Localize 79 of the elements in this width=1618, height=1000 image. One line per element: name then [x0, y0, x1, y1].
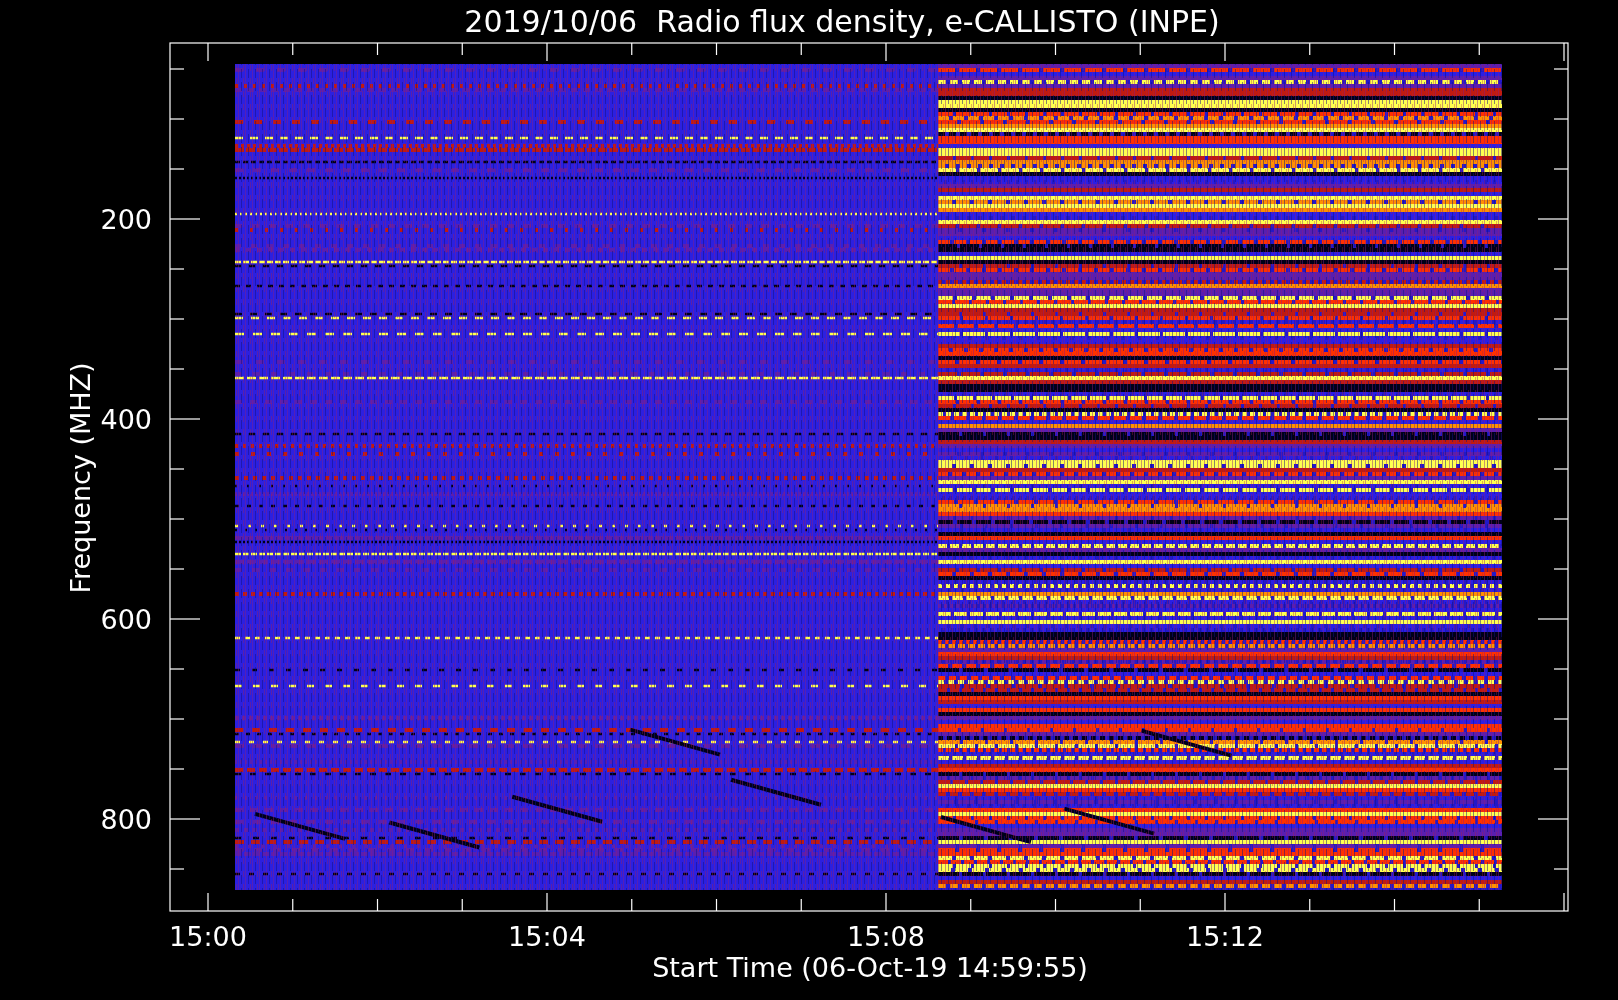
tick-mark — [631, 898, 633, 912]
tick-label: 15:08 — [847, 921, 925, 952]
tick-mark — [1553, 868, 1569, 870]
tick-mark — [461, 42, 463, 56]
tick-mark — [1139, 42, 1141, 56]
tick-mark — [800, 42, 802, 56]
tick-mark — [207, 42, 209, 62]
tick-mark — [1054, 42, 1057, 56]
tick-mark — [1224, 42, 1226, 62]
tick-mark — [1139, 898, 1141, 912]
tick-label: 400 — [100, 404, 152, 435]
tick-mark — [1553, 168, 1569, 170]
tick-mark — [169, 218, 201, 220]
tick-mark — [169, 368, 185, 370]
tick-label: 15:04 — [508, 921, 586, 952]
tick-mark — [1553, 268, 1569, 270]
tick-label: 15:12 — [1186, 921, 1264, 952]
tick-mark — [461, 898, 463, 912]
tick-mark — [292, 898, 294, 912]
tick-mark — [1478, 898, 1480, 912]
tick-mark — [1563, 892, 1565, 912]
tick-mark — [292, 42, 294, 56]
tick-mark — [1054, 898, 1057, 912]
axis-label: Start Time (06-Oct-19 14:59:55) — [652, 952, 1088, 983]
tick-mark — [1309, 898, 1311, 912]
tick-mark — [1553, 518, 1569, 520]
tick-mark — [1553, 368, 1569, 370]
tick-mark — [169, 518, 185, 520]
tick-mark — [715, 42, 718, 56]
tick-mark — [169, 318, 185, 320]
tick-mark — [169, 268, 185, 270]
tick-label: 15:00 — [169, 921, 247, 952]
tick-mark — [1393, 898, 1396, 912]
tick-mark — [207, 892, 209, 912]
tick-mark — [169, 868, 185, 870]
tick-mark — [885, 892, 887, 912]
tick-mark — [970, 42, 972, 56]
tick-mark — [169, 118, 185, 120]
axis-label: Frequency (MHZ) — [65, 362, 96, 594]
tick-mark — [169, 668, 185, 670]
plot-title: 2019/10/06 Radio flux density, e-CALLISTO (INPE) — [464, 4, 1220, 39]
tick-mark — [1553, 568, 1569, 570]
tick-mark — [169, 168, 185, 170]
tick-mark — [169, 768, 185, 770]
tick-mark — [1309, 42, 1311, 56]
tick-mark — [1553, 668, 1569, 670]
tick-mark — [1224, 892, 1226, 912]
tick-mark — [376, 42, 379, 56]
tick-mark — [546, 892, 548, 912]
tick-mark — [169, 618, 201, 620]
tick-mark — [631, 42, 633, 56]
tick-mark — [1537, 618, 1569, 620]
tick-mark — [1553, 68, 1569, 70]
tick-mark — [1537, 218, 1569, 220]
tick-mark — [1478, 42, 1480, 56]
tick-mark — [970, 898, 972, 912]
tick-mark — [885, 42, 887, 62]
tick-mark — [1553, 118, 1569, 120]
tick-mark — [1553, 768, 1569, 770]
tick-mark — [1537, 418, 1569, 420]
tick-mark — [169, 468, 185, 470]
tick-label: 800 — [100, 804, 152, 835]
tick-mark — [715, 898, 718, 912]
tick-mark — [169, 418, 201, 420]
tick-mark — [800, 898, 802, 912]
tick-mark — [546, 42, 548, 62]
tick-label: 200 — [100, 204, 152, 235]
tick-mark — [1537, 818, 1569, 820]
tick-mark — [1553, 468, 1569, 470]
tick-mark — [1563, 42, 1565, 62]
tick-mark — [169, 718, 185, 720]
tick-mark — [1393, 42, 1396, 56]
tick-mark — [1553, 718, 1569, 720]
tick-mark — [1553, 318, 1569, 320]
tick-mark — [169, 818, 201, 820]
tick-label: 600 — [100, 604, 152, 635]
tick-mark — [169, 68, 185, 70]
tick-mark — [169, 568, 185, 570]
tick-mark — [376, 898, 379, 912]
